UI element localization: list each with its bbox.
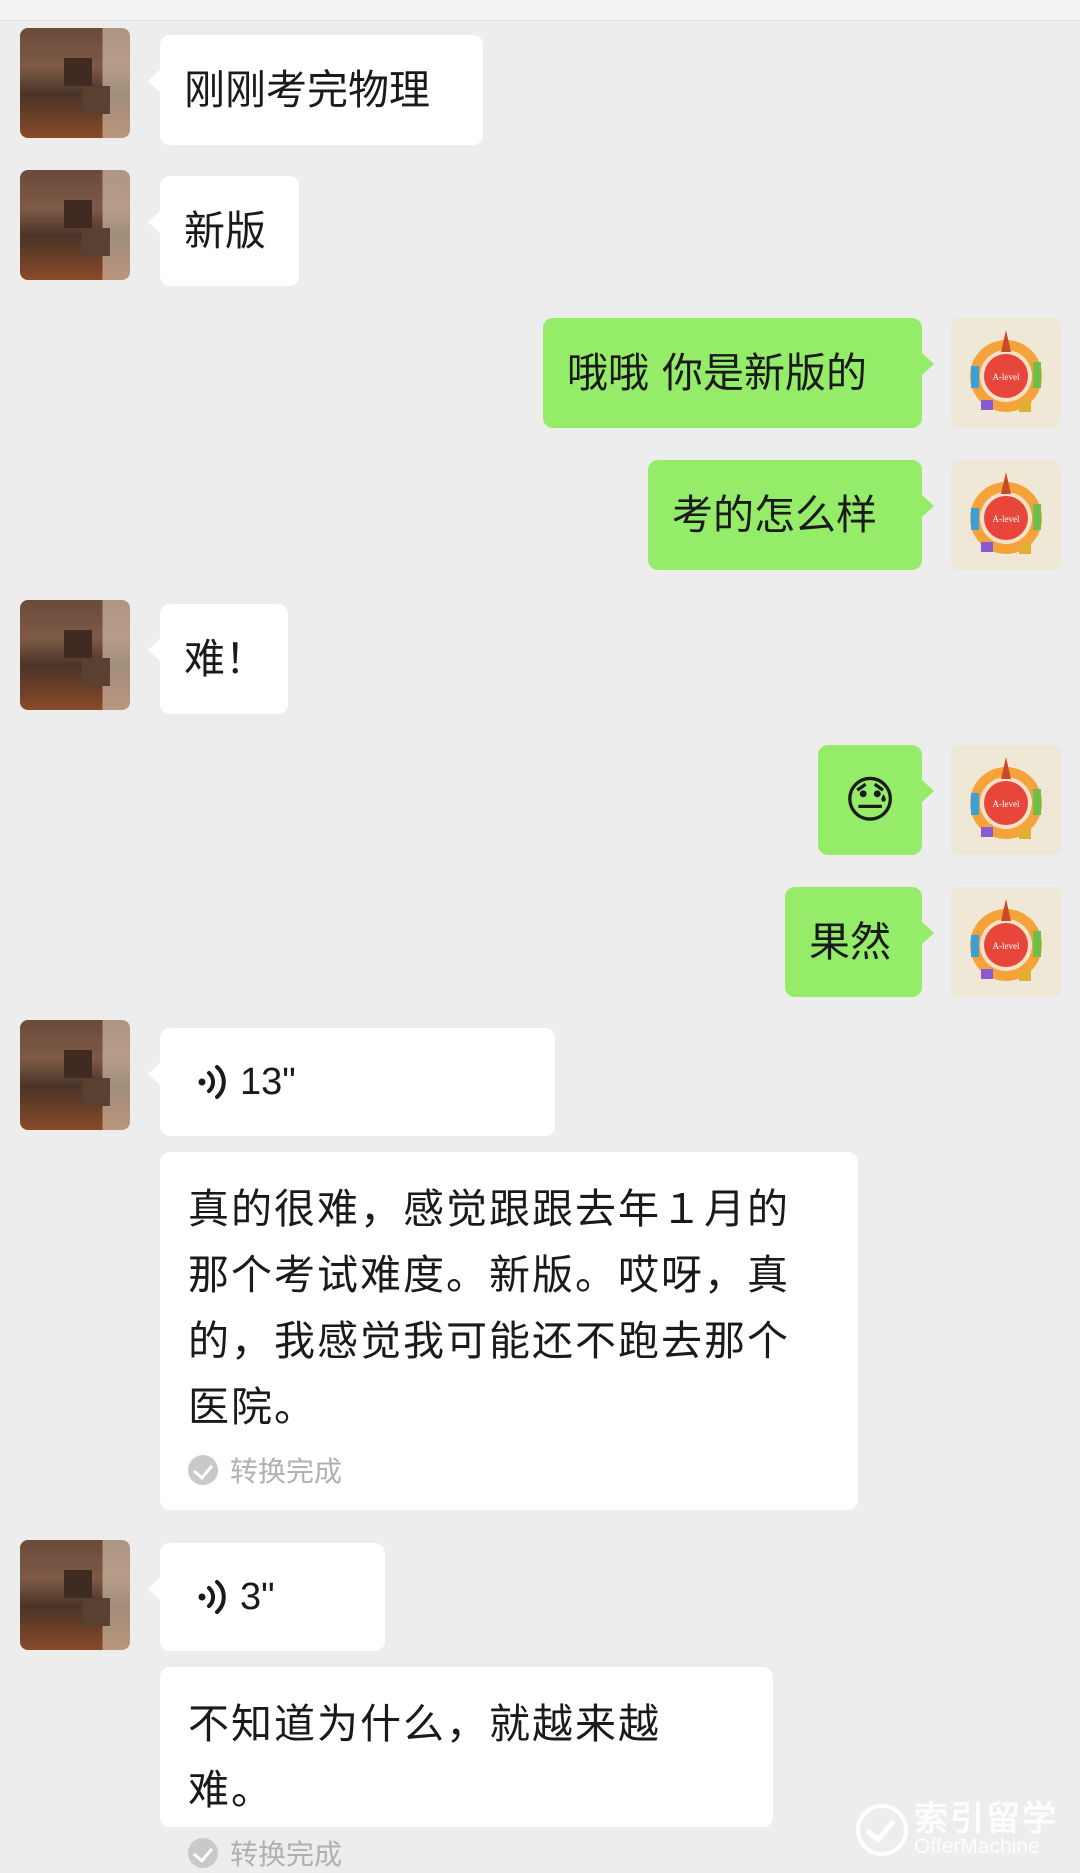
voice-wave-icon: [198, 1065, 226, 1099]
downcast-sweat-emoji-icon: 😓: [843, 771, 897, 829]
top-bar: [0, 0, 1080, 21]
transcript-status: 转换完成: [188, 1450, 830, 1490]
message-bubble-incoming[interactable]: 难！: [148, 604, 288, 714]
message-text: 新版: [184, 207, 266, 255]
a-level-logo-text: A-level: [993, 799, 1020, 809]
check-circle-icon: [188, 1838, 218, 1868]
self-avatar[interactable]: A-level: [951, 887, 1061, 997]
contact-avatar[interactable]: [20, 600, 130, 710]
message-bubble-outgoing[interactable]: 考的怎么样: [648, 460, 934, 570]
a-level-logo-text: A-level: [993, 514, 1020, 524]
self-avatar[interactable]: A-level: [951, 318, 1061, 428]
message-bubble-outgoing[interactable]: 哦哦 你是新版的: [543, 318, 934, 428]
message-bubble-outgoing[interactable]: 果然: [785, 887, 934, 997]
watermark-en: OfferMachine: [914, 1835, 1040, 1858]
contact-avatar[interactable]: [20, 28, 130, 138]
contact-avatar[interactable]: [20, 1020, 130, 1130]
voice-wave-icon: [198, 1580, 226, 1614]
voice-duration: 13": [240, 1061, 296, 1103]
voice-duration: 3": [240, 1576, 275, 1618]
a-level-logo-icon: A-level: [970, 472, 1042, 554]
watermark: 索引留学 OfferMachine: [856, 1802, 1058, 1857]
contact-avatar[interactable]: [20, 170, 130, 280]
voice-transcript[interactable]: 真的很难，感觉跟跟去年１月的那个考试难度。新版。哎呀，真的，我感觉我可能还不跑去…: [160, 1152, 858, 1510]
transcript-status-label: 转换完成: [230, 1838, 343, 1871]
voice-transcript[interactable]: 不知道为什么，就越来越难。 转换完成: [160, 1667, 773, 1871]
message-bubble-incoming[interactable]: 新版: [148, 176, 299, 286]
check-badge-icon: [856, 1803, 908, 1856]
contact-avatar[interactable]: [20, 1540, 130, 1650]
watermark-cn: 索引留学: [914, 1799, 1058, 1839]
a-level-logo-icon: A-level: [970, 757, 1042, 839]
message-text: 哦哦 你是新版的: [567, 349, 868, 397]
message-text: 果然: [809, 918, 891, 966]
self-avatar[interactable]: A-level: [951, 460, 1061, 570]
a-level-logo-text: A-level: [993, 372, 1020, 382]
transcript-status: 转换完成: [188, 1833, 745, 1873]
a-level-logo-icon: A-level: [970, 330, 1042, 412]
voice-message-bubble[interactable]: 13": [148, 1028, 555, 1136]
message-bubble-incoming[interactable]: 刚刚考完物理: [148, 35, 483, 145]
transcript-text: 真的很难，感觉跟跟去年１月的那个考试难度。新版。哎呀，真的，我感觉我可能还不跑去…: [188, 1185, 790, 1431]
message-text: 刚刚考完物理: [184, 66, 430, 114]
transcript-status-label: 转换完成: [230, 1455, 343, 1488]
voice-message-bubble[interactable]: 3": [148, 1543, 385, 1651]
a-level-logo-icon: A-level: [970, 899, 1042, 981]
a-level-logo-text: A-level: [993, 941, 1020, 951]
message-text: 难！: [184, 635, 266, 683]
transcript-text: 不知道为什么，就越来越难。: [188, 1700, 661, 1814]
self-avatar[interactable]: A-level: [951, 745, 1061, 855]
message-text: 考的怎么样: [672, 491, 877, 539]
check-circle-icon: [188, 1455, 218, 1485]
message-bubble-outgoing[interactable]: 😓: [818, 745, 934, 855]
